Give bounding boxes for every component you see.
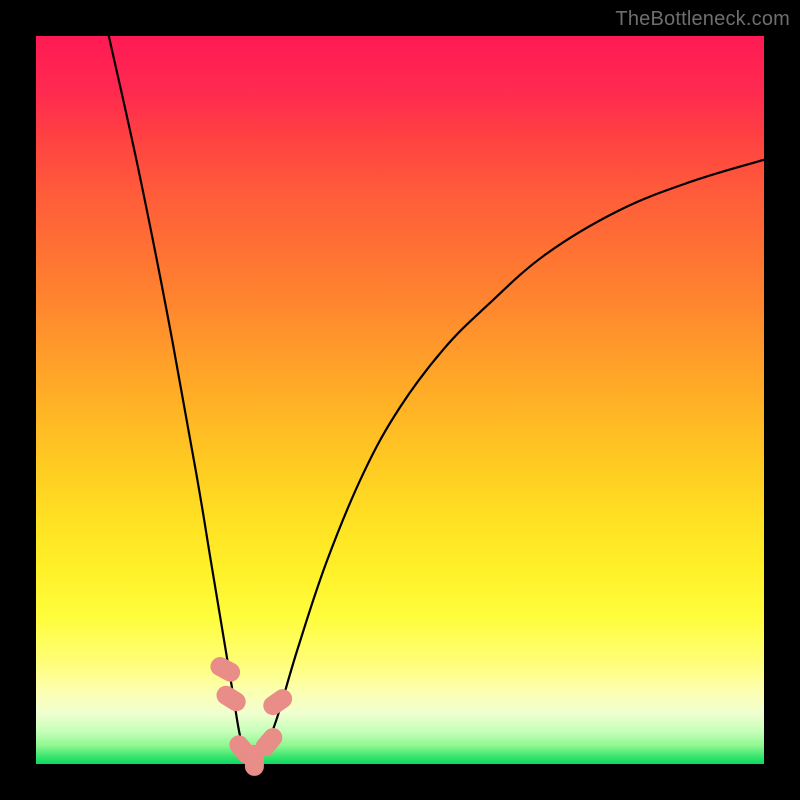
plot-svg (36, 36, 764, 764)
curve-marker (208, 654, 243, 684)
plot-area (36, 36, 764, 764)
curve-marker (214, 683, 249, 714)
curve-markers (208, 654, 295, 775)
chart-frame: TheBottleneck.com (0, 0, 800, 800)
bottleneck-curve (109, 36, 764, 764)
curve-marker (260, 686, 295, 718)
watermark-text: TheBottleneck.com (615, 8, 790, 31)
